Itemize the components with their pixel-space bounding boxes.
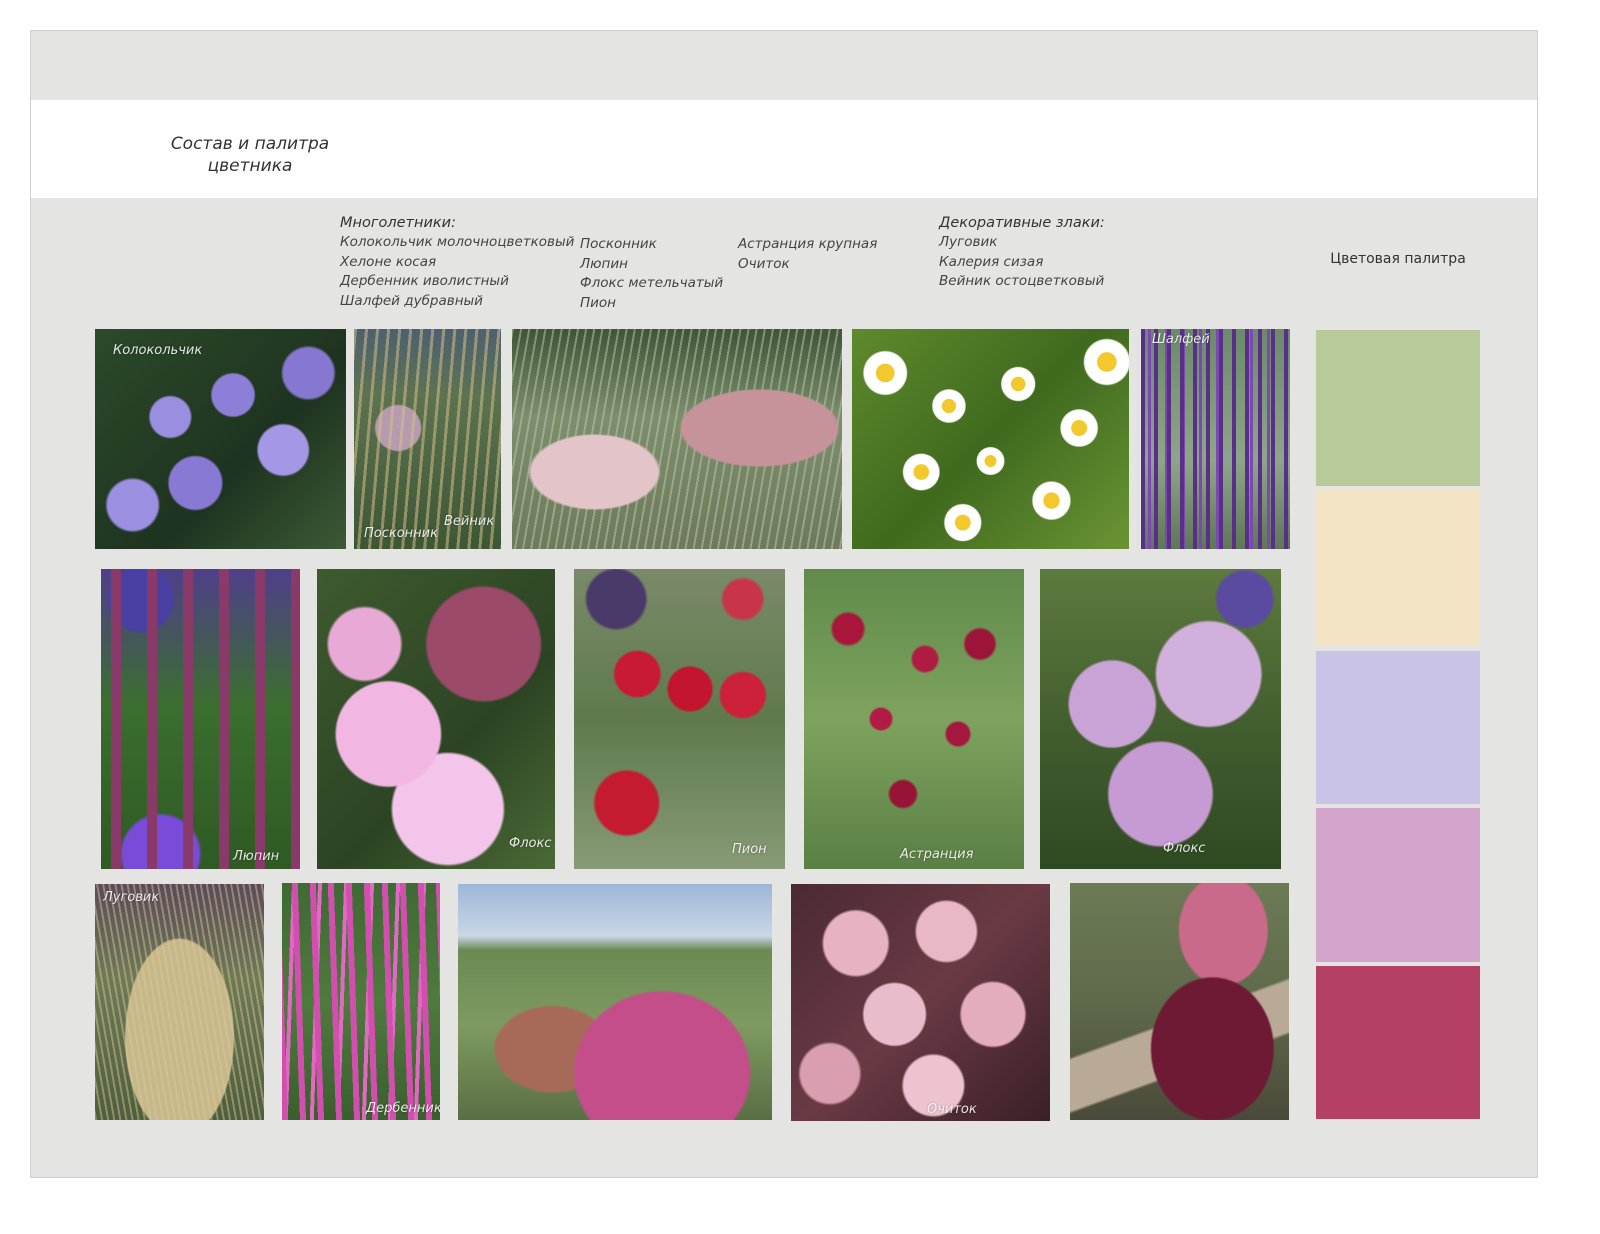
photo-label: Астранция (900, 847, 974, 862)
photo-label: Флокс (509, 836, 552, 851)
photo-deschampsia: Луговик (95, 884, 264, 1120)
palette-title: Цветовая палитра (1330, 251, 1466, 267)
palette-swatch-crimson (1316, 966, 1480, 1119)
photo-salvia: Шалфей (1141, 329, 1290, 549)
photo-label: Шалфей (1152, 332, 1210, 347)
photo-label: Посконник (364, 526, 438, 541)
photo-label: Очиток (927, 1102, 977, 1117)
photo-lupin: Люпин (101, 569, 300, 869)
photo-label: Колокольчик (113, 343, 203, 358)
photo-echinacea-garden (458, 884, 772, 1120)
photo-astrantia: Астранция (804, 569, 1024, 869)
page-title-line-1: Состав и палитра (170, 134, 330, 154)
photo-campanula: Колокольчик (95, 329, 346, 549)
perennial-item: Астранция крупная (738, 236, 878, 252)
photo-lythrum: Дербенник (282, 883, 440, 1120)
photo-sedum: Очиток (791, 884, 1050, 1121)
photo-label: Пион (732, 842, 767, 857)
perennial-item: Посконник (580, 236, 657, 252)
photo-meadow-border (512, 329, 842, 549)
photo-label: Дербенник (366, 1101, 440, 1116)
palette-swatch-pink (1316, 808, 1480, 962)
grass-item: Вейник остоцветковый (939, 273, 1105, 290)
perennials-list-col3: Астранция крупная Очиток (738, 235, 877, 274)
grass-item: Калерия сизая (939, 253, 1044, 270)
palette-swatch-cream (1316, 490, 1480, 646)
photo-sedum-border (1070, 883, 1289, 1120)
photo-label: Луговик (103, 890, 160, 905)
perennial-item: Колокольчик молочноцветковый (340, 234, 575, 250)
page-title-line-2: цветника (207, 156, 293, 176)
perennials-list-col2: Посконник Люпин Флокс метельчатый Пион (580, 235, 723, 313)
perennials-list: Многолетники: Колокольчик молочноцветков… (340, 215, 574, 311)
grasses-heading: Декоративные злаки: (939, 215, 1105, 231)
perennial-item: Люпин (580, 255, 628, 272)
photo-label: Люпин (233, 849, 280, 864)
grasses-list: Декоративные злаки: Луговик Калерия сиза… (939, 215, 1105, 292)
perennial-item: Хелоне косая (340, 253, 437, 270)
palette-swatch-lavender (1316, 651, 1480, 804)
perennial-item: Дербенник иволистный (340, 273, 509, 290)
page-title: Состав и палитра цветника (160, 133, 340, 177)
photo-peony: Пион (574, 569, 785, 869)
photo-phlox-2: Флокс (1040, 569, 1281, 869)
perennial-item: Очиток (738, 255, 790, 272)
photo-feverfew (852, 329, 1129, 549)
photo-label: Флокс (1163, 841, 1206, 856)
perennial-item: Шалфей дубравный (340, 292, 483, 309)
palette-swatch-green (1316, 330, 1480, 486)
photo-phlox-1: Флокс (317, 569, 555, 869)
perennial-item: Флокс метельчатый (580, 275, 724, 292)
perennial-item: Пион (580, 294, 617, 311)
photo-label: Вейник (444, 514, 495, 529)
photo-eupatorium: Посконник Вейник (354, 329, 501, 549)
perennials-heading: Многолетники: (340, 215, 456, 231)
grass-item: Луговик (939, 234, 998, 250)
